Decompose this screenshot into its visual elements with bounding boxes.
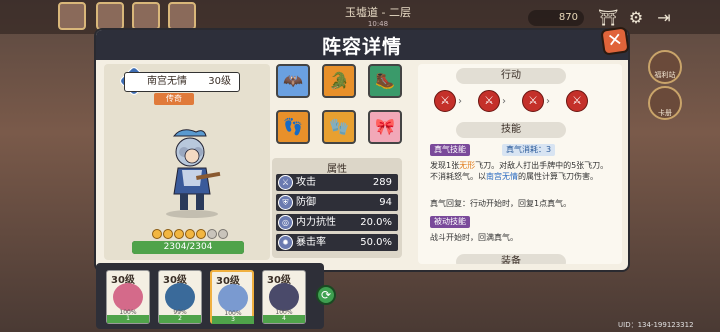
slot-number: 1	[107, 315, 149, 323]
attr-label: 防御	[296, 197, 316, 208]
mana-regen-text: 真气回复：行动开始时，回复1点真气。	[430, 199, 572, 208]
slot-number: 2	[159, 315, 201, 323]
exit-icon[interactable]: ⇥	[654, 8, 674, 28]
skills-title: 技能	[456, 122, 566, 138]
attr-value: 20.0%	[360, 217, 392, 228]
team-slot-2[interactable]: 30级 99% 2	[158, 270, 202, 324]
panel-header: 阵容详情	[96, 30, 628, 60]
action-sword-icon[interactable]: ⚔	[434, 90, 456, 112]
party-avatar-4[interactable]	[168, 2, 196, 30]
attr-value: 94	[379, 197, 392, 208]
hero-portrait	[165, 283, 195, 311]
boot-icon: 🥾	[375, 71, 395, 90]
equip-slot-6[interactable]: 🎀	[368, 110, 402, 144]
team-slot-3[interactable]: 30级 100% 3	[210, 270, 254, 324]
rarity-badge: 传奇	[154, 93, 194, 105]
lineup-panel: 阵容详情 ✕ 南宫无情 30级 传奇 2304/2304 🦇 🐊 🥾 👣 🧤 🎀…	[96, 26, 630, 270]
hero-name-tag: 南宫无情 30级	[124, 72, 240, 92]
attr-label: 内力抗性	[296, 217, 336, 228]
attr-row-resist: ◎ 内力抗性 20.0%	[276, 214, 398, 231]
party-avatar-3[interactable]	[132, 2, 160, 30]
hero-portrait	[218, 284, 248, 312]
attr-row-defense: ⛨ 防御 94	[276, 194, 398, 211]
ribbon-icon: 🎀	[375, 117, 395, 136]
beast-icon: 🐊	[329, 71, 349, 90]
spiral-icon: ◎	[278, 215, 293, 230]
attr-value: 50.0%	[360, 237, 392, 248]
star-icon	[185, 229, 195, 239]
hero-portrait	[113, 283, 143, 311]
attr-value: 289	[372, 177, 392, 188]
hero-name: 南宫无情	[147, 76, 187, 87]
sword-icon: ⚔	[278, 175, 293, 190]
bat-icon: 🦇	[283, 71, 303, 90]
star-icon	[174, 229, 184, 239]
location-sub: 10:48	[367, 20, 389, 28]
location-title: 玉墟道 - 二层 10:48	[318, 4, 438, 28]
detail-column: 行动 ⚔ › ⚔ › ⚔ › ⚔ 技能 真气技能 真气消耗：3 发现1张无形飞刀…	[418, 64, 622, 264]
passive-skill-tag: 被动技能	[430, 216, 470, 228]
shield-icon: ⛨	[278, 195, 293, 210]
card-album-label: 卡册	[658, 109, 672, 117]
glove-icon: 🧤	[329, 117, 349, 136]
mana-cost-tag: 真气消耗：3	[502, 144, 556, 156]
equip-slot-5[interactable]: 🧤	[322, 110, 356, 144]
action-sword-icon[interactable]: ⚔	[566, 90, 588, 112]
team-slot-1[interactable]: 30级 100% 1	[106, 270, 150, 324]
star-rating	[152, 224, 229, 239]
actions-title: 行动	[456, 68, 566, 84]
slot-number: 3	[212, 316, 254, 324]
equip-slot-4[interactable]: 👣	[276, 110, 310, 144]
equip-slot-1[interactable]: 🦇	[276, 64, 310, 98]
gear-icon[interactable]: ⚙	[626, 8, 646, 28]
attr-row-attack: ⚔ 攻击 289	[276, 174, 398, 191]
equip-slot-3[interactable]: 🥾	[368, 64, 402, 98]
crit-icon: ✹	[278, 235, 293, 250]
close-button[interactable]: ✕	[600, 26, 630, 56]
star-icon	[152, 229, 162, 239]
active-skill-desc: 发现1张无形飞刀。对敌人打出手牌中的5张飞刀。不消耗怒气。以南宫无情的属性计算飞…	[430, 161, 609, 181]
action-sword-icon[interactable]: ⚔	[478, 90, 500, 112]
equipment-title: 装备	[456, 254, 566, 264]
location-name: 玉墟道 - 二层	[345, 6, 411, 19]
hp-text: 2304/2304	[163, 242, 213, 252]
panel-title: 阵容详情	[321, 36, 402, 58]
arrow-icon: ›	[502, 96, 506, 107]
passive-skill-desc: 战斗开始时，回满真气。	[430, 233, 518, 242]
coin-counter: 870	[528, 10, 584, 26]
attributes-box: 属性 ⚔ 攻击 289 ⛨ 防御 94 ◎ 内力抗性 20.0% ✹ 暴击率 5…	[272, 158, 402, 258]
arrow-icon: ›	[458, 96, 462, 107]
arrow-icon: ›	[546, 96, 550, 107]
active-skill-tag: 真气技能	[430, 144, 470, 156]
star-icon	[218, 229, 228, 239]
action-sword-icon[interactable]: ⚔	[522, 90, 544, 112]
user-id: UID：134-199123312	[618, 321, 694, 329]
lantern-icon[interactable]: ⛩	[598, 8, 618, 28]
team-slot-4[interactable]: 30级 100% 4	[262, 270, 306, 324]
star-icon	[163, 229, 173, 239]
party-avatar-2[interactable]	[96, 2, 124, 30]
footprint-icon: 👣	[283, 117, 303, 136]
equip-slot-2[interactable]: 🐊	[322, 64, 356, 98]
hero-portrait	[269, 283, 299, 311]
hp-bar: 2304/2304	[132, 241, 244, 254]
slot-number: 4	[263, 315, 305, 323]
star-icon	[207, 229, 217, 239]
attr-label: 攻击	[296, 177, 316, 188]
welfare-label: 福利站	[654, 71, 676, 79]
attributes-title: 属性	[327, 164, 347, 175]
star-icon	[196, 229, 206, 239]
attr-label: 暴击率	[296, 237, 326, 248]
attr-row-crit: ✹ 暴击率 50.0%	[276, 234, 398, 251]
swap-icon[interactable]: ⟳	[316, 285, 336, 305]
hero-sprite[interactable]	[152, 126, 232, 218]
hero-level: 30级	[208, 76, 231, 87]
party-avatar-1[interactable]	[58, 2, 86, 30]
